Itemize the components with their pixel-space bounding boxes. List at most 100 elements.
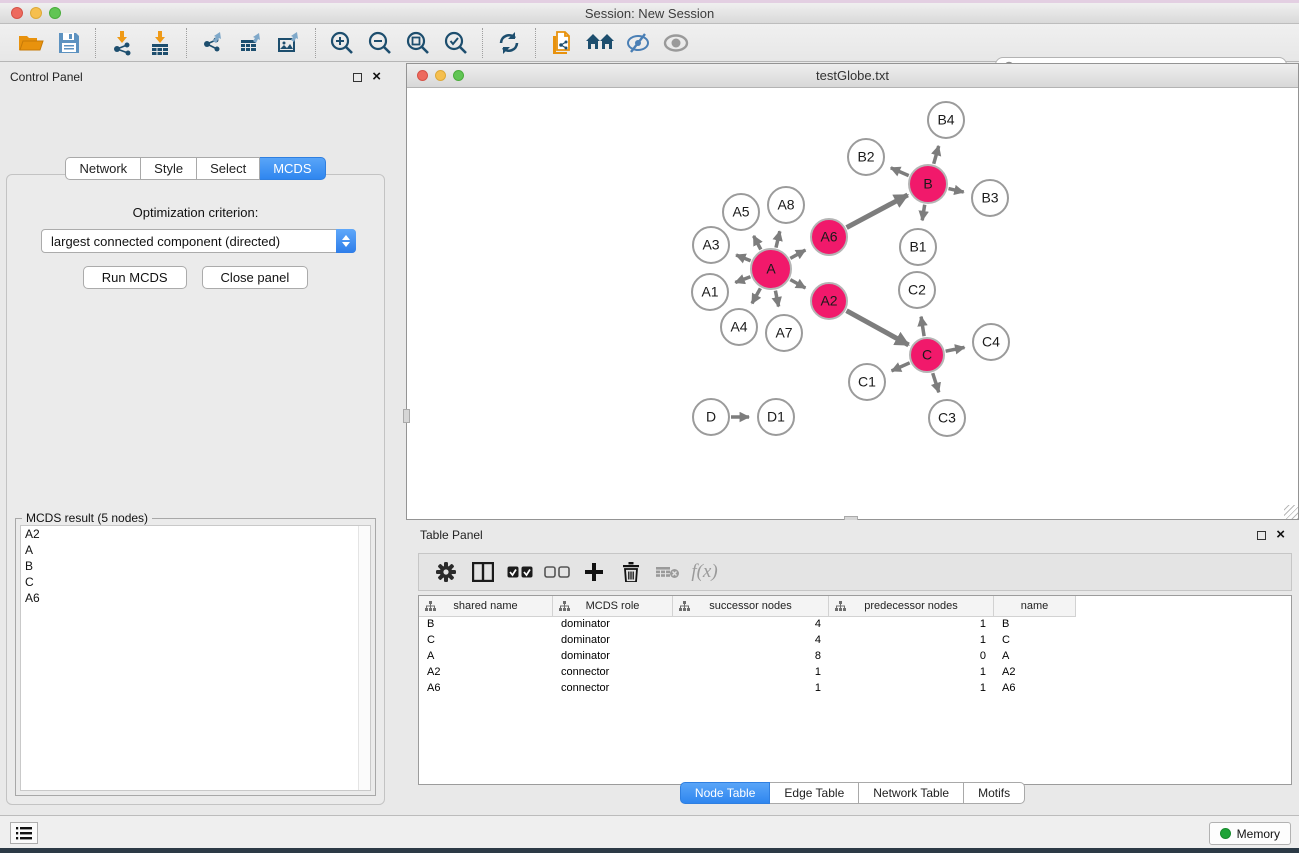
table-row[interactable]: A6connector11A6 bbox=[419, 681, 1291, 697]
column-header-name[interactable]: name bbox=[994, 596, 1076, 617]
node-C3[interactable]: C3 bbox=[929, 400, 965, 436]
node-B[interactable]: B bbox=[909, 165, 947, 203]
node-A8[interactable]: A8 bbox=[768, 187, 804, 223]
edge-B-B4[interactable] bbox=[934, 146, 939, 164]
edge-A-A8[interactable] bbox=[776, 231, 780, 247]
tab-network-table[interactable]: Network Table bbox=[859, 782, 964, 804]
node-C1[interactable]: C1 bbox=[849, 364, 885, 400]
edge-A2-C[interactable] bbox=[847, 311, 909, 345]
node-C[interactable]: C bbox=[910, 338, 944, 372]
edge-B-B1[interactable] bbox=[922, 205, 925, 221]
close-panel-button[interactable]: Close panel bbox=[202, 266, 309, 289]
close-table-panel-icon[interactable]: × bbox=[1276, 530, 1285, 540]
edge-C-C4[interactable] bbox=[946, 347, 965, 351]
run-mcds-button[interactable]: Run MCDS bbox=[83, 266, 187, 289]
refresh-layout-icon[interactable] bbox=[490, 27, 528, 59]
node-A6[interactable]: A6 bbox=[811, 219, 847, 255]
edge-A-A3[interactable] bbox=[736, 255, 751, 261]
tab-select[interactable]: Select bbox=[197, 157, 260, 180]
delete-table-icon[interactable] bbox=[649, 557, 686, 587]
node-C4[interactable]: C4 bbox=[973, 324, 1009, 360]
table-row[interactable]: Cdominator41C bbox=[419, 633, 1291, 649]
result-item[interactable]: A2 bbox=[21, 526, 370, 542]
zoom-selected-icon[interactable] bbox=[437, 27, 475, 59]
table-row[interactable]: Adominator80A bbox=[419, 649, 1291, 665]
task-history-button[interactable] bbox=[10, 822, 38, 844]
node-A2[interactable]: A2 bbox=[811, 283, 847, 319]
tab-motifs[interactable]: Motifs bbox=[964, 782, 1025, 804]
edge-B-B2[interactable] bbox=[891, 168, 909, 176]
edge-A-A6[interactable] bbox=[790, 250, 805, 258]
open-folder-icon[interactable] bbox=[12, 27, 50, 59]
node-A1[interactable]: A1 bbox=[692, 274, 728, 310]
export-image-icon[interactable] bbox=[270, 27, 308, 59]
zoom-in-icon[interactable] bbox=[323, 27, 361, 59]
deselect-all-checkboxes-icon[interactable] bbox=[538, 557, 575, 587]
duplicate-network-icon[interactable] bbox=[543, 27, 581, 59]
node-C2[interactable]: C2 bbox=[899, 272, 935, 308]
save-icon[interactable] bbox=[50, 27, 88, 59]
add-icon[interactable] bbox=[575, 557, 612, 587]
close-panel-icon[interactable]: × bbox=[372, 72, 381, 82]
optimization-criterion-dropdown[interactable]: largest connected component (directed) bbox=[41, 229, 356, 253]
network-window-titlebar[interactable]: testGlobe.txt bbox=[407, 64, 1298, 88]
table-row[interactable]: A2connector11A2 bbox=[419, 665, 1291, 681]
export-table-icon[interactable] bbox=[232, 27, 270, 59]
window-resize-grip[interactable] bbox=[1284, 505, 1298, 519]
node-B1[interactable]: B1 bbox=[900, 229, 936, 265]
edge-B-B3[interactable] bbox=[949, 189, 964, 193]
float-panel-icon[interactable] bbox=[353, 73, 362, 82]
node-D[interactable]: D bbox=[693, 399, 729, 435]
node-D1[interactable]: D1 bbox=[758, 399, 794, 435]
delete-icon[interactable] bbox=[612, 557, 649, 587]
tab-network[interactable]: Network bbox=[65, 157, 141, 180]
edge-A6-B[interactable] bbox=[847, 195, 908, 228]
memory-button[interactable]: Memory bbox=[1209, 822, 1291, 845]
zoom-fit-icon[interactable] bbox=[399, 27, 437, 59]
result-item[interactable]: A6 bbox=[21, 590, 370, 606]
tab-edge-table[interactable]: Edge Table bbox=[770, 782, 859, 804]
select-all-checkboxes-icon[interactable] bbox=[501, 557, 538, 587]
function-builder-icon[interactable]: f(x) bbox=[686, 557, 723, 587]
edge-A-A1[interactable] bbox=[735, 277, 750, 283]
result-item[interactable]: B bbox=[21, 558, 370, 574]
node-A5[interactable]: A5 bbox=[723, 194, 759, 230]
edge-A-A7[interactable] bbox=[775, 291, 778, 307]
node-A[interactable]: A bbox=[751, 249, 791, 289]
export-network-icon[interactable] bbox=[194, 27, 232, 59]
column-header-shared-name[interactable]: shared name bbox=[419, 596, 553, 617]
zoom-out-icon[interactable] bbox=[361, 27, 399, 59]
result-item[interactable]: A bbox=[21, 542, 370, 558]
node-A3[interactable]: A3 bbox=[693, 227, 729, 263]
tab-mcds[interactable]: MCDS bbox=[260, 157, 325, 180]
mcds-result-list[interactable]: A2ABCA6 bbox=[20, 525, 371, 791]
edge-C-C2[interactable] bbox=[921, 317, 924, 337]
gear-icon[interactable] bbox=[427, 557, 464, 587]
column-header-predecessor-nodes[interactable]: predecessor nodes bbox=[829, 596, 994, 617]
hide-annotations-icon[interactable] bbox=[619, 27, 657, 59]
column-header-MCDS-role[interactable]: MCDS role bbox=[553, 596, 673, 617]
node-B3[interactable]: B3 bbox=[972, 180, 1008, 216]
network-canvas[interactable]: B4 B2 B B3 A5A8A6 A3 B1 A A1 C2 A2 A4A7 C4 C C1 C3 D D1 bbox=[407, 88, 1298, 518]
edge-A-A5[interactable] bbox=[754, 236, 761, 250]
column-header-successor-nodes[interactable]: successor nodes bbox=[673, 596, 829, 617]
splitter-grip-left[interactable] bbox=[403, 409, 410, 423]
node-B4[interactable]: B4 bbox=[928, 102, 964, 138]
tab-node-table[interactable]: Node Table bbox=[680, 782, 771, 804]
show-view-icon[interactable] bbox=[657, 27, 695, 59]
node-A4[interactable]: A4 bbox=[721, 309, 757, 345]
import-network-icon[interactable] bbox=[103, 27, 141, 59]
edge-C-C1[interactable] bbox=[892, 363, 910, 371]
tab-style[interactable]: Style bbox=[141, 157, 197, 180]
edge-A-A4[interactable] bbox=[752, 288, 760, 303]
column-layout-icon[interactable] bbox=[464, 557, 501, 587]
edge-A-A2[interactable] bbox=[790, 280, 805, 288]
result-item[interactable]: C bbox=[21, 574, 370, 590]
node-A7[interactable]: A7 bbox=[766, 315, 802, 351]
home-icon[interactable] bbox=[581, 27, 619, 59]
scrollbar[interactable] bbox=[358, 526, 370, 790]
float-table-panel-icon[interactable] bbox=[1257, 531, 1266, 540]
table-row[interactable]: Bdominator41B bbox=[419, 617, 1291, 633]
import-table-icon[interactable] bbox=[141, 27, 179, 59]
node-B2[interactable]: B2 bbox=[848, 139, 884, 175]
